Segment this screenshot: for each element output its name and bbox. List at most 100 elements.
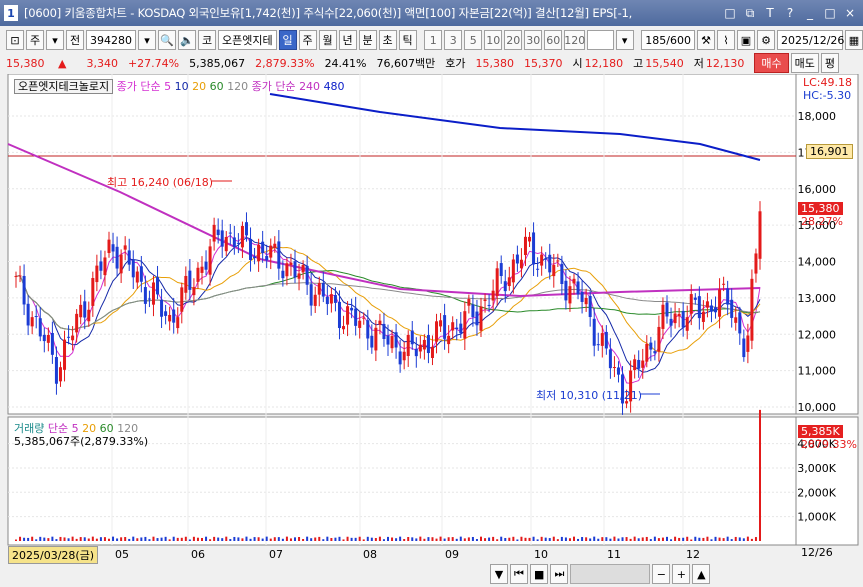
candle-body [754, 253, 758, 274]
candle-body [475, 311, 479, 326]
volume-bar [625, 537, 628, 541]
first-icon[interactable]: ⏮ [510, 564, 528, 584]
period-tick[interactable]: 틱 [398, 30, 417, 50]
candle-body [499, 263, 503, 277]
count-field[interactable]: 185/600 [641, 30, 695, 50]
volume-bar [504, 537, 507, 541]
layout-icon[interactable]: ⊡ [6, 30, 24, 50]
volume-bar [354, 537, 357, 541]
scroll-slider[interactable] [570, 564, 651, 584]
gear-icon[interactable]: ⚙ [757, 30, 775, 50]
market-select[interactable]: 주 [26, 30, 44, 50]
interval-20[interactable]: 20 [504, 30, 523, 50]
low-annotation: 최저 10,310 (11/21) [536, 389, 643, 402]
zoom-in-icon[interactable]: + [672, 564, 691, 584]
candle-body [588, 295, 592, 317]
period-month[interactable]: 월 [318, 30, 337, 50]
candle-body [669, 318, 673, 326]
candle-body [394, 332, 398, 348]
candle-body [366, 320, 370, 339]
interval-120[interactable]: 120 [564, 30, 585, 50]
interval-dropdown-icon[interactable]: ▾ [615, 30, 634, 50]
legend-ma-480: 480 [323, 80, 345, 93]
candle-body [657, 326, 661, 352]
volume-bar [217, 537, 220, 541]
interval-60[interactable]: 60 [544, 30, 563, 50]
interval-5[interactable]: 5 [464, 30, 483, 50]
chart-area[interactable]: 18,00017,00016,00015,00014,00013,00012,0… [0, 73, 863, 584]
save-icon[interactable]: ▣ [737, 30, 755, 50]
candle-body [362, 317, 366, 319]
whole-button[interactable]: 전 [66, 30, 84, 50]
help-icon[interactable]: ? [781, 4, 799, 22]
candle-body [180, 287, 184, 312]
volume-bar [326, 536, 329, 541]
volume-bar [759, 409, 761, 541]
stock-code-input[interactable]: 394280 [86, 30, 136, 50]
period-day[interactable]: 일 [278, 30, 297, 50]
scroll-up-icon[interactable]: ▲ [692, 564, 711, 584]
candle-body [244, 222, 248, 236]
scroll-left-icon[interactable]: ▼ [490, 564, 508, 584]
sell-button[interactable]: 매도 [790, 53, 819, 73]
candle-body [95, 265, 99, 283]
volume-bar [192, 536, 195, 541]
candle-body [463, 311, 467, 339]
open-label: 시 [572, 57, 583, 70]
chart-tools-icon[interactable]: ⚒ [697, 30, 715, 50]
search-icon[interactable]: 🔍 [158, 30, 176, 50]
interval-30[interactable]: 30 [524, 30, 543, 50]
indicator-icon[interactable]: ⌇ [717, 30, 735, 50]
volume-bar [556, 539, 559, 541]
candle-body [697, 296, 701, 319]
candle-body [750, 278, 754, 341]
volume-bar [378, 536, 381, 541]
volume-bar [136, 538, 139, 541]
low-label: 저 [693, 57, 704, 70]
maximize-icon[interactable]: □ [821, 4, 839, 22]
candle-body [325, 296, 329, 305]
candle-body [540, 254, 544, 266]
price-tick-label: 11,000 [798, 365, 837, 378]
stop-icon[interactable]: ■ [530, 564, 549, 584]
font-icon[interactable]: T [761, 4, 779, 22]
price-tick-label: 18,000 [798, 110, 837, 123]
interval-input[interactable] [587, 30, 614, 50]
candle-body [236, 242, 240, 244]
next-icon[interactable]: ⏭ [550, 564, 569, 584]
interval-3[interactable]: 3 [444, 30, 463, 50]
volume-bar [512, 536, 515, 541]
candle-body [532, 232, 536, 265]
volume-bar [71, 536, 74, 541]
interval-10[interactable]: 10 [484, 30, 503, 50]
candle-body [54, 357, 58, 384]
candle-body [253, 256, 257, 259]
speaker-icon[interactable]: 🔈 [178, 30, 196, 50]
period-week[interactable]: 주 [298, 30, 317, 50]
stock-chart-svg[interactable]: 18,00017,00016,00015,00014,00013,00012,0… [0, 73, 863, 584]
legend-name-box[interactable]: 오픈엣지테크놀로지 [14, 79, 114, 94]
chevron-down-icon[interactable]: ▾ [46, 30, 64, 50]
zoom-out-icon[interactable]: − [652, 564, 671, 584]
date-field[interactable]: 2025/12/26 [777, 30, 844, 50]
interval-1[interactable]: 1 [424, 30, 443, 50]
code-dropdown-icon[interactable]: ▾ [138, 30, 156, 50]
period-second[interactable]: 초 [378, 30, 397, 50]
calendar-icon[interactable]: ▦ [845, 30, 863, 50]
volume-bar [184, 536, 187, 541]
volume-bar [310, 538, 313, 541]
volume-bar [750, 538, 753, 541]
volume-bar [694, 536, 697, 541]
volume-bar [27, 537, 30, 541]
buy-button[interactable]: 매수 [754, 53, 789, 73]
close-icon[interactable]: × [841, 4, 859, 22]
window-icon-2[interactable]: ⧉ [741, 4, 759, 22]
window-icon-1[interactable]: □ [721, 4, 739, 22]
period-minute[interactable]: 분 [358, 30, 377, 50]
volume-bar [63, 537, 66, 541]
eval-button[interactable]: 평 [820, 53, 839, 73]
minimize-icon[interactable]: _ [801, 4, 819, 22]
volume-bar [657, 538, 660, 541]
period-year[interactable]: 년 [338, 30, 357, 50]
volume-bar [281, 538, 284, 541]
